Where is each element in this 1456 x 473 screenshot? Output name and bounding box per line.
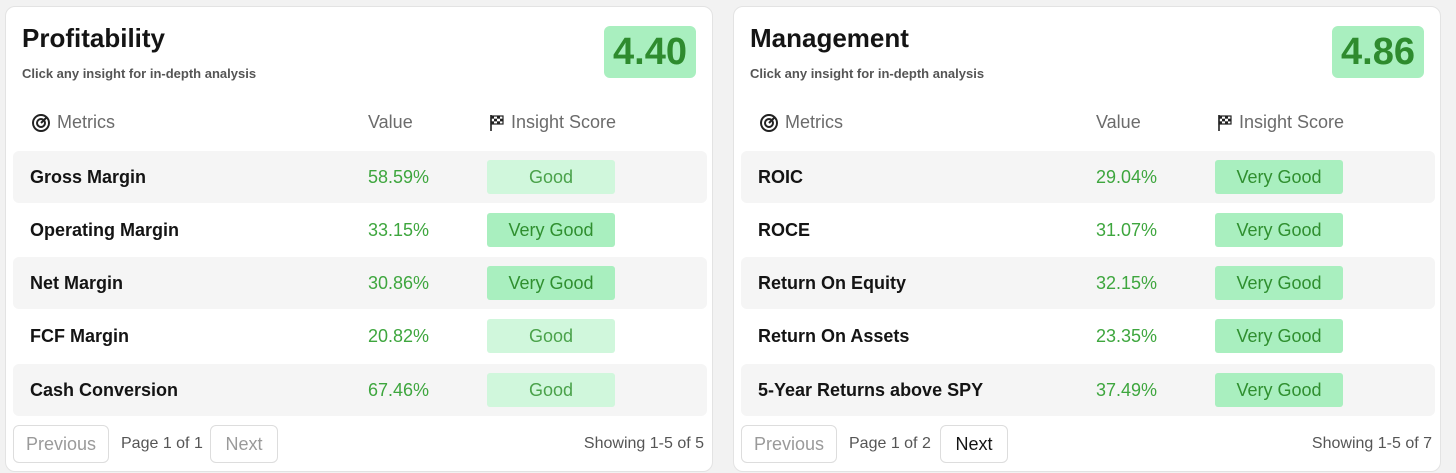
page-indicator: Page 1 of 2 [849,435,931,452]
metric-value: 31.07% [1096,220,1158,240]
metric-name: ROIC [758,167,803,187]
column-header-label: Insight Score [511,112,617,132]
metric-value: 67.46% [368,380,430,400]
checkered-flag-icon [490,114,504,131]
metric-name: Return On Assets [758,326,910,346]
column-header-insight: Insight Score [1217,112,1344,133]
insight-badge[interactable]: Very Good [1215,319,1343,353]
metric-name: Cash Conversion [30,380,179,400]
card-title: Profitability [22,23,166,53]
next-button[interactable]: Next [210,425,278,463]
metric-value: 29.04% [1096,167,1158,187]
metric-name: FCF Margin [30,326,129,346]
insight-badge[interactable]: Very Good [1215,373,1343,407]
metric-row-return-on-assets[interactable]: Return On Assets 23.35% Very Good [741,310,1435,362]
column-header-label: Insight Score [1239,112,1345,132]
metric-row-operating-margin[interactable]: Operating Margin 33.15% Very Good [13,204,707,256]
metric-value: 23.35% [1096,326,1158,346]
card-subtitle: Click any insight for in-depth analysis [750,66,985,81]
insight-badge[interactable]: Very Good [1215,160,1343,194]
radar-icon [760,113,778,132]
metric-row-fcf-margin[interactable]: FCF Margin 20.82% Good [13,310,707,362]
column-header-label: Metrics [785,112,843,132]
metric-row-cash-conversion[interactable]: Cash Conversion 67.46% Good [13,364,707,416]
metric-name: Operating Margin [30,220,180,240]
column-header-label: Metrics [57,112,115,132]
insight-badge[interactable]: Very Good [1215,266,1343,300]
metric-value: 33.15% [368,220,430,240]
previous-button[interactable]: Previous [13,425,109,463]
management-card: Management Click any insight for in-dept… [733,6,1441,472]
metric-row-return-on-equity[interactable]: Return On Equity 32.15% Very Good [741,257,1435,309]
metric-name: ROCE [758,220,811,240]
profitability-card: Profitability Click any insight for in-d… [5,6,713,472]
insight-badge[interactable]: Very Good [1215,213,1343,247]
insight-badge[interactable]: Good [487,373,615,407]
column-header-insight: Insight Score [489,112,616,133]
metric-row-gross-margin[interactable]: Gross Margin 58.59% Good [13,151,707,203]
showing-count: Showing 1-5 of 7 [1311,435,1432,452]
dashboard: Profitability Click any insight for in-d… [0,0,1456,473]
checkered-flag-icon [1218,114,1232,131]
metric-name: 5-Year Returns above SPY [758,380,984,400]
overall-score-badge: 4.40 [604,26,696,78]
column-header-metrics: Metrics [759,112,843,133]
metric-value: 30.86% [368,273,430,293]
metric-row-5yr-returns-above-spy[interactable]: 5-Year Returns above SPY 37.49% Very Goo… [741,364,1435,416]
insight-badge[interactable]: Very Good [487,213,615,247]
radar-icon [32,113,50,132]
next-button[interactable]: Next [940,425,1008,463]
column-header-metrics: Metrics [31,112,115,133]
metric-value: 37.49% [1096,380,1158,400]
page-indicator: Page 1 of 1 [121,435,203,452]
card-title: Management [750,23,909,53]
column-header-value: Value [1096,112,1141,132]
insight-badge[interactable]: Good [487,319,615,353]
metric-row-net-margin[interactable]: Net Margin 30.86% Very Good [13,257,707,309]
column-header-value: Value [368,112,413,132]
card-subtitle: Click any insight for in-depth analysis [22,66,257,81]
metric-row-roic[interactable]: ROIC 29.04% Very Good [741,151,1435,203]
metric-name: Gross Margin [30,167,147,187]
metric-value: 58.59% [368,167,430,187]
showing-count: Showing 1-5 of 5 [583,435,704,452]
insight-badge[interactable]: Good [487,160,615,194]
insight-badge[interactable]: Very Good [487,266,615,300]
metric-value: 32.15% [1096,273,1158,293]
metric-row-roce[interactable]: ROCE 31.07% Very Good [741,204,1435,256]
metric-name: Net Margin [30,273,124,293]
metric-value: 20.82% [368,326,430,346]
previous-button[interactable]: Previous [741,425,837,463]
overall-score-badge: 4.86 [1332,26,1424,78]
metric-name: Return On Equity [758,273,906,293]
